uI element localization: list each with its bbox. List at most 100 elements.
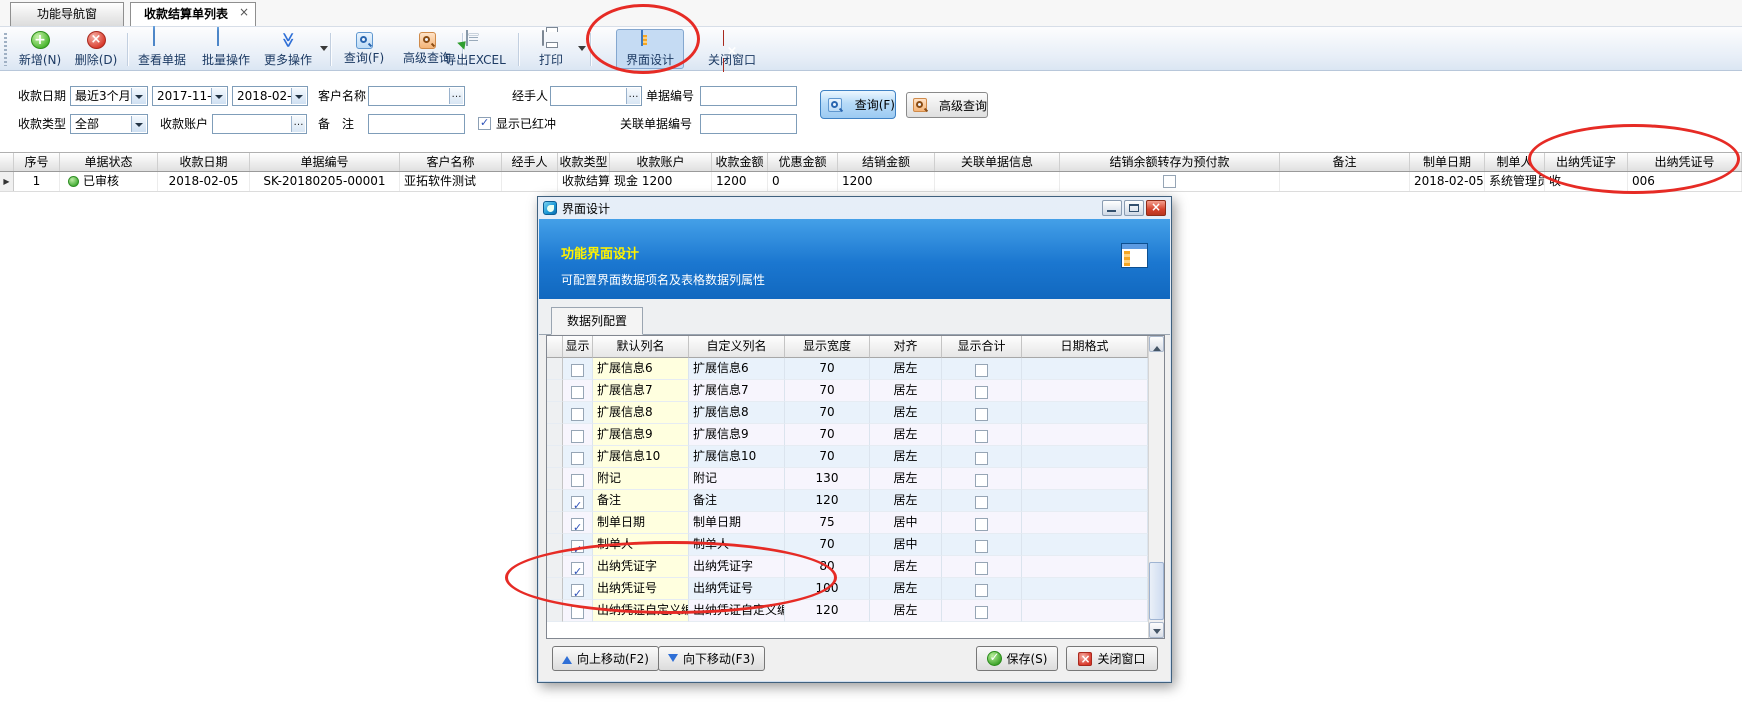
dropdown-arrow-icon[interactable]: [211, 88, 226, 104]
scrollbar-thumb[interactable]: [1149, 562, 1164, 620]
cell-align[interactable]: 居左: [870, 402, 942, 424]
visible-checkbox[interactable]: [571, 452, 584, 465]
column-header[interactable]: 关联单据信息: [935, 153, 1060, 171]
tab-function-nav[interactable]: 功能导航窗: [10, 2, 124, 26]
cell-width[interactable]: 100: [785, 578, 870, 600]
cell-align[interactable]: 居左: [870, 556, 942, 578]
dropdown-arrow-icon[interactable]: [131, 88, 146, 104]
cell-default-name[interactable]: 出纳凭证字: [593, 556, 689, 578]
visible-checkbox[interactable]: [571, 496, 584, 509]
cell-width[interactable]: 70: [785, 446, 870, 468]
config-grid-row[interactable]: 制单日期 制单日期 75 居中: [547, 512, 1148, 534]
cell-width[interactable]: 75: [785, 512, 870, 534]
column-header[interactable]: 显示宽度: [785, 336, 870, 358]
type-select[interactable]: 全部: [70, 114, 148, 134]
cell-default-name[interactable]: 出纳凭证号: [593, 578, 689, 600]
cell-align[interactable]: 居左: [870, 490, 942, 512]
cell-width[interactable]: 70: [785, 380, 870, 402]
show-total-checkbox[interactable]: [975, 430, 988, 443]
column-header[interactable]: 结销余额转存为预付款: [1060, 153, 1280, 171]
cell-custom-name[interactable]: 制单日期: [689, 512, 785, 534]
visible-checkbox[interactable]: [571, 474, 584, 487]
column-header[interactable]: 序号: [14, 153, 60, 171]
cell-align[interactable]: 居中: [870, 534, 942, 556]
visible-checkbox[interactable]: [571, 562, 584, 575]
cell-default-name[interactable]: 附记: [593, 468, 689, 490]
query-filter-button[interactable]: 查询(F): [820, 90, 896, 119]
cell-date-format[interactable]: [1022, 358, 1148, 380]
column-header[interactable]: 优惠金额: [768, 153, 838, 171]
cell-default-name[interactable]: 出纳凭证自定义编: [593, 600, 689, 622]
view-doc-button[interactable]: 查看单据: [132, 29, 192, 69]
config-grid-row[interactable]: 扩展信息7 扩展信息7 70 居左: [547, 380, 1148, 402]
config-grid-row[interactable]: 出纳凭证号 出纳凭证号 100 居左: [547, 578, 1148, 600]
ui-design-button[interactable]: 界面设计: [616, 29, 684, 69]
cell-custom-name[interactable]: 出纳凭证号: [689, 578, 785, 600]
close-icon[interactable]: ×: [1146, 200, 1166, 216]
column-header[interactable]: 经手人: [502, 153, 558, 171]
cell-default-name[interactable]: 制单日期: [593, 512, 689, 534]
config-grid-row[interactable]: 附记 附记 130 居左: [547, 468, 1148, 490]
scroll-up-icon[interactable]: [1149, 336, 1164, 352]
show-total-checkbox[interactable]: [975, 474, 988, 487]
visible-checkbox[interactable]: [571, 518, 584, 531]
cell-width[interactable]: 130: [785, 468, 870, 490]
column-header[interactable]: 单据编号: [250, 153, 400, 171]
column-header[interactable]: 显示合计: [942, 336, 1022, 358]
visible-checkbox[interactable]: [571, 430, 584, 443]
dialog-titlebar[interactable]: 界面设计 ×: [538, 197, 1171, 219]
cell-date-format[interactable]: [1022, 578, 1148, 600]
close-dialog-button[interactable]: 关闭窗口: [1066, 646, 1158, 671]
column-header[interactable]: 出纳凭证字: [1545, 153, 1628, 171]
cell-date-format[interactable]: [1022, 468, 1148, 490]
batch-ops-button[interactable]: 批量操作: [196, 29, 256, 69]
tab-close-icon[interactable]: ×: [237, 6, 251, 20]
advanced-query-filter-button[interactable]: 高级查询: [906, 92, 988, 118]
cell-align[interactable]: 居左: [870, 600, 942, 622]
cell-custom-name[interactable]: 扩展信息10: [689, 446, 785, 468]
show-total-checkbox[interactable]: [975, 408, 988, 421]
date-from-select[interactable]: 2017-11-05: [152, 86, 228, 106]
show-total-checkbox[interactable]: [975, 364, 988, 377]
column-header[interactable]: 备注: [1280, 153, 1410, 171]
cell-custom-name[interactable]: 附记: [689, 468, 785, 490]
cell-width[interactable]: 70: [785, 358, 870, 380]
cell-custom-name[interactable]: 出纳凭证字: [689, 556, 785, 578]
show-total-checkbox[interactable]: [975, 606, 988, 619]
print-button[interactable]: 打印: [528, 29, 574, 69]
cell-default-name[interactable]: 扩展信息10: [593, 446, 689, 468]
cell-date-format[interactable]: [1022, 424, 1148, 446]
cell-width[interactable]: 70: [785, 402, 870, 424]
more-ops-button[interactable]: ≫ 更多操作: [258, 29, 318, 69]
tab-data-columns[interactable]: 数据列配置: [551, 307, 643, 335]
show-total-checkbox[interactable]: [975, 584, 988, 597]
column-header[interactable]: 单据状态: [60, 153, 158, 171]
cell-align[interactable]: 居左: [870, 446, 942, 468]
tab-receipt-settlement-list[interactable]: 收款结算单列表 ×: [130, 2, 256, 26]
lookup-ellipsis-icon[interactable]: …: [626, 88, 640, 104]
column-header[interactable]: 自定义列名: [689, 336, 785, 358]
cell-align[interactable]: 居左: [870, 578, 942, 600]
visible-checkbox[interactable]: [571, 408, 584, 421]
cell-custom-name[interactable]: 扩展信息9: [689, 424, 785, 446]
column-header[interactable]: 客户名称: [400, 153, 502, 171]
cell-custom-name[interactable]: 扩展信息7: [689, 380, 785, 402]
column-header[interactable]: 显示: [563, 336, 593, 358]
cell-align[interactable]: 居左: [870, 424, 942, 446]
add-button[interactable]: 新增(N): [14, 29, 66, 69]
show-total-checkbox[interactable]: [975, 562, 988, 575]
cell-align[interactable]: 居左: [870, 358, 942, 380]
cell-date-format[interactable]: [1022, 556, 1148, 578]
scroll-down-icon[interactable]: [1149, 622, 1164, 638]
cell-width[interactable]: 80: [785, 556, 870, 578]
cell-align[interactable]: 居中: [870, 512, 942, 534]
cell-date-format[interactable]: [1022, 380, 1148, 402]
visible-checkbox[interactable]: [571, 386, 584, 399]
table-row[interactable]: ▶ 1 已审核 2018-02-05 SK-20180205-00001 亚拓软…: [0, 172, 1742, 192]
visible-checkbox[interactable]: [571, 364, 584, 377]
config-grid-row[interactable]: 制单人 制单人 70 居中: [547, 534, 1148, 556]
chevron-down-icon[interactable]: [578, 46, 586, 55]
cell-width[interactable]: 120: [785, 600, 870, 622]
cell-default-name[interactable]: 扩展信息8: [593, 402, 689, 424]
visible-checkbox[interactable]: [571, 540, 584, 553]
